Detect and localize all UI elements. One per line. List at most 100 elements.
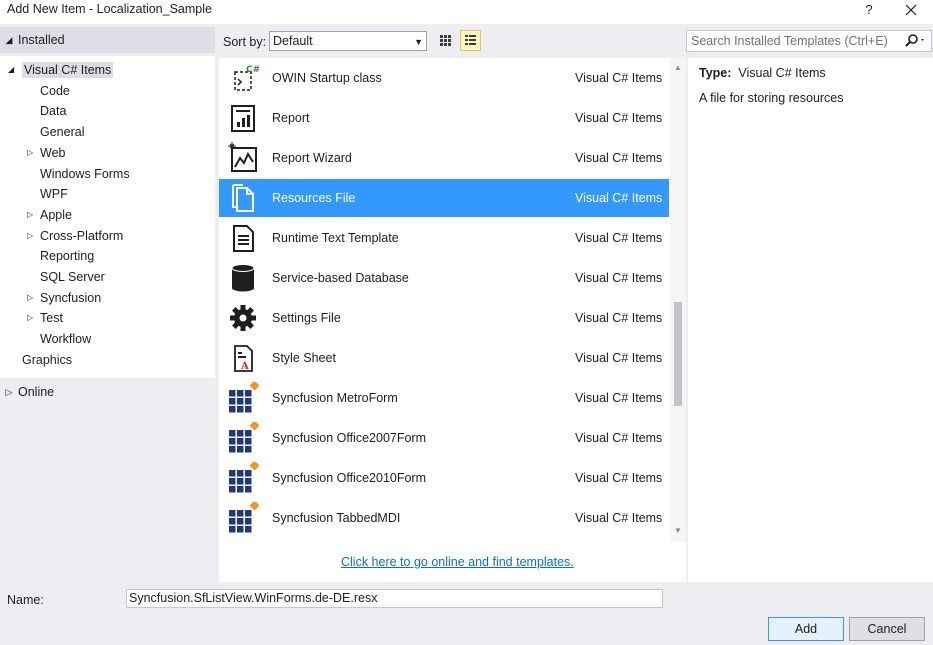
tree-item[interactable]: General xyxy=(40,122,84,142)
scroll-up-icon[interactable]: ▲ xyxy=(674,63,682,72)
template-name: OWIN Startup class xyxy=(272,71,382,85)
expanded-arrow-icon: ◢ xyxy=(5,34,13,45)
template-row[interactable]: Syncfusion Office2010Form Visual C# Items xyxy=(219,459,669,497)
template-category: Visual C# Items xyxy=(575,311,663,325)
tree-item-label: General xyxy=(40,125,85,140)
tree-item[interactable]: ▷ Test xyxy=(27,308,63,328)
template-row[interactable]: Service-based Database Visual C# Items xyxy=(219,259,669,297)
sort-by-dropdown[interactable]: Default ▼ xyxy=(269,31,427,51)
details-view-button[interactable] xyxy=(460,30,481,51)
template-row[interactable]: Settings File Visual C# Items xyxy=(219,299,669,337)
tree-item-label: WPF xyxy=(40,187,68,202)
left-pane: ◢ Installed ◢ Visual C# Items Code Data Gene… xyxy=(0,24,215,582)
tree-item[interactable]: WPF xyxy=(40,184,68,204)
collapsed-arrow-icon[interactable]: ▷ xyxy=(27,143,33,163)
online-section-header[interactable]: ▷ Online xyxy=(0,379,215,405)
template-row[interactable]: Resources File Visual C# Items xyxy=(219,179,669,217)
type-label: Type: xyxy=(699,66,732,80)
tree-item-label: Syncfusion xyxy=(40,290,102,305)
cancel-button[interactable]: Cancel xyxy=(849,617,925,641)
scrollbar-thumb[interactable] xyxy=(674,302,682,406)
template-category: Visual C# Items xyxy=(575,431,663,445)
tree-item-label: Apple xyxy=(40,207,72,222)
name-label: Name: xyxy=(7,593,44,607)
tree-item[interactable]: Code xyxy=(40,81,70,101)
help-button[interactable]: ? xyxy=(862,2,876,17)
tree-item[interactable]: Graphics xyxy=(22,350,72,370)
template-category: Visual C# Items xyxy=(575,111,663,125)
template-row[interactable]: Syncfusion Office2007Form Visual C# Items xyxy=(219,419,669,457)
template-name: Service-based Database xyxy=(272,271,409,285)
installed-label: Installed xyxy=(18,33,65,47)
template-row[interactable]: C# OWIN Startup class Visual C# Items xyxy=(219,59,669,97)
template-category: Visual C# Items xyxy=(575,191,663,205)
tree-item-label: Test xyxy=(40,311,63,326)
template-row[interactable]: Syncfusion MetroForm Visual C# Items xyxy=(219,379,669,417)
tree-item-label: Workflow xyxy=(40,332,92,347)
report-icon xyxy=(227,102,259,134)
details-pane: Type: Visual C# Items A file for storing… xyxy=(688,58,933,582)
list-view-icon xyxy=(465,35,476,45)
name-field[interactable]: Syncfusion.SfListView.WinForms.de-DE.res… xyxy=(126,589,663,608)
collapsed-arrow-icon: ▷ xyxy=(5,386,13,397)
template-row[interactable]: Syncfusion TabbedMDI Visual C# Items xyxy=(219,499,669,537)
tree-item[interactable]: Workflow xyxy=(40,329,91,349)
tree-item[interactable]: ◢ Visual C# Items xyxy=(8,60,114,80)
window-title: Add New Item - Localization_Sample xyxy=(7,2,212,16)
syncfusion-icon xyxy=(227,500,260,534)
template-name: Syncfusion TabbedMDI xyxy=(272,511,401,525)
vertical-scrollbar[interactable]: ▲ ▼ xyxy=(670,58,686,542)
template-category: Visual C# Items xyxy=(575,511,663,525)
template-list-pane: C# OWIN Startup class Visual C# Items Repor… xyxy=(219,58,686,582)
template-name: Resources File xyxy=(272,191,356,205)
type-line: Type: Visual C# Items xyxy=(699,66,826,80)
tree-item-label: Visual C# Items xyxy=(22,62,114,78)
template-category: Visual C# Items xyxy=(575,391,663,405)
template-category-tree: ◢ Visual C# Items Code Data General ▷ Web Windo… xyxy=(0,56,215,378)
template-row[interactable]: A Style Sheet Visual C# Items xyxy=(219,339,669,377)
template-category: Visual C# Items xyxy=(575,271,663,285)
svg-text:A: A xyxy=(240,361,249,372)
tree-item[interactable]: Reporting xyxy=(40,246,94,266)
grid-view-icon xyxy=(440,35,451,46)
search-icon[interactable] xyxy=(903,32,927,56)
template-category: Visual C# Items xyxy=(575,71,663,85)
template-category: Visual C# Items xyxy=(575,471,663,485)
tree-item-label: Windows Forms xyxy=(40,166,130,181)
tree-item-label: Graphics xyxy=(22,352,73,367)
expanded-arrow-icon[interactable]: ◢ xyxy=(8,60,14,80)
installed-section-header[interactable]: ◢ Installed xyxy=(0,27,215,53)
tree-item[interactable]: ▷ Cross-Platform xyxy=(27,226,123,246)
close-button[interactable] xyxy=(902,0,920,20)
tree-item[interactable]: ▷ Apple xyxy=(27,205,72,225)
template-row[interactable]: Report Visual C# Items xyxy=(219,99,669,137)
tree-item-label: Reporting xyxy=(40,249,95,264)
collapsed-arrow-icon[interactable]: ▷ xyxy=(27,226,33,246)
scroll-down-icon[interactable]: ▼ xyxy=(674,526,682,535)
tree-item[interactable]: Windows Forms xyxy=(40,164,130,184)
tree-item[interactable]: SQL Server xyxy=(40,267,105,287)
search-templates-input[interactable]: Search Installed Templates (Ctrl+E) xyxy=(686,30,932,52)
text-template-icon xyxy=(227,222,259,254)
template-name: Syncfusion MetroForm xyxy=(272,391,398,405)
collapsed-arrow-icon[interactable]: ▷ xyxy=(27,308,33,328)
tree-item-label: Data xyxy=(40,104,67,119)
owin-icon: C# xyxy=(227,62,260,94)
tree-item[interactable]: Data xyxy=(40,101,66,121)
syncfusion-icon xyxy=(227,460,260,494)
template-category: Visual C# Items xyxy=(575,151,663,165)
small-icons-view-button[interactable] xyxy=(435,30,456,51)
add-button[interactable]: Add xyxy=(768,617,844,641)
resources-file-icon xyxy=(227,182,259,214)
template-row[interactable]: Runtime Text Template Visual C# Items xyxy=(219,219,669,257)
collapsed-arrow-icon[interactable]: ▷ xyxy=(27,205,33,225)
collapsed-arrow-icon[interactable]: ▷ xyxy=(27,288,33,308)
template-name: Runtime Text Template xyxy=(272,231,399,245)
tree-item[interactable]: ▷ Syncfusion xyxy=(27,288,102,308)
tree-item[interactable]: ▷ Web xyxy=(27,143,65,163)
find-templates-online-link[interactable]: Click here to go online and find templat… xyxy=(341,555,574,569)
template-description: A file for storing resources xyxy=(699,91,844,105)
template-row[interactable]: Report Wizard Visual C# Items xyxy=(219,139,669,177)
template-name: Report xyxy=(272,111,310,125)
template-name: Syncfusion Office2010Form xyxy=(272,471,427,485)
